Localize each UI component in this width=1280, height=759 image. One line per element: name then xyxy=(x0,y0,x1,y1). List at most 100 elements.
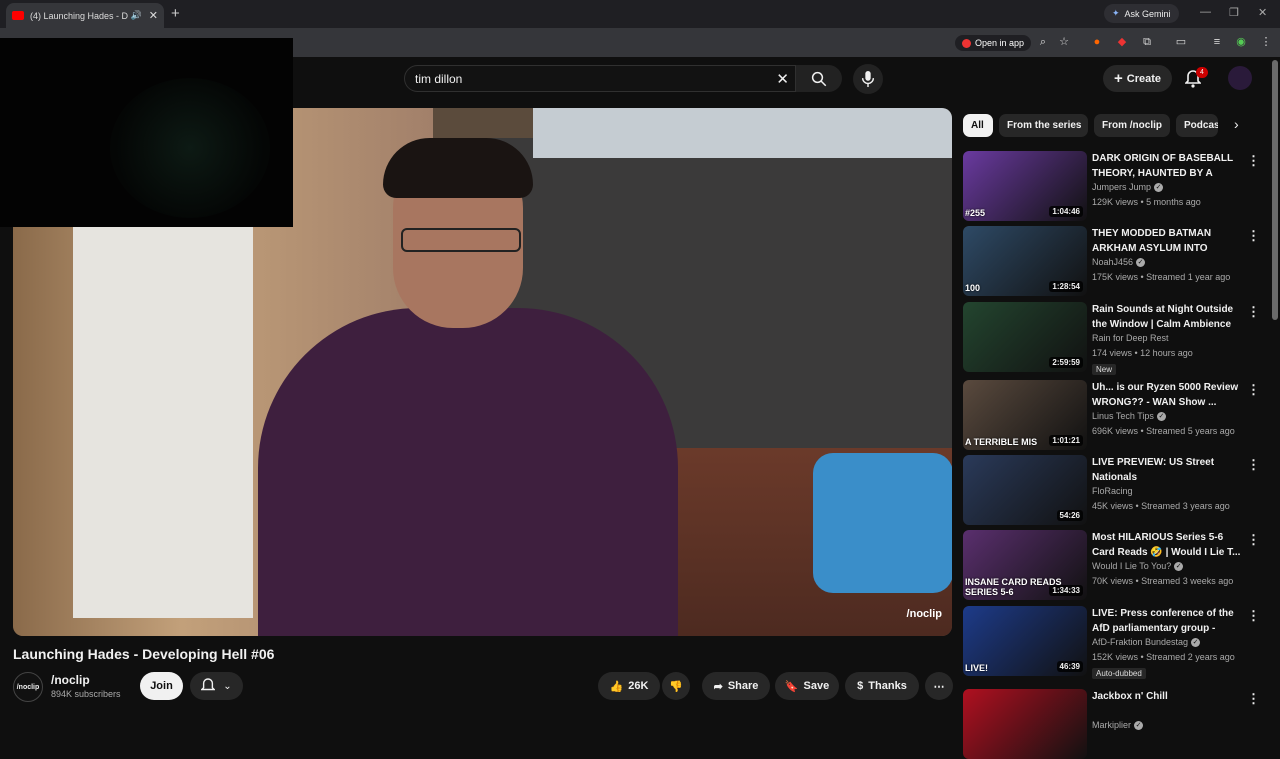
picture-in-picture-overlay[interactable] xyxy=(0,38,293,227)
recommendation-channel[interactable]: Linus Tech Tips ✓ xyxy=(1092,411,1166,421)
channel-label: Would I Lie To You? xyxy=(1092,561,1172,571)
recommendation-item[interactable]: Jackbox n' Chill Markiplier ✓ ⋮ xyxy=(963,689,1268,759)
recommendation-title[interactable]: LIVE PREVIEW: US Street Nationals xyxy=(1092,455,1242,485)
clear-search-icon[interactable]: ✕ xyxy=(776,70,789,88)
channel-avatar[interactable]: /noclip xyxy=(13,672,43,702)
video-thumbnail[interactable]: INSANE CARD READS SERIES 5-6 1:34:33 xyxy=(963,530,1087,600)
duration-badge: 1:04:46 xyxy=(1049,206,1083,217)
video-thumbnail[interactable]: LIVE! 46:39 xyxy=(963,606,1087,676)
media-control-icon[interactable]: ▭ xyxy=(1174,35,1188,49)
browser-menu-icon[interactable]: ⋮ xyxy=(1259,35,1273,49)
video-thumbnail[interactable]: 100 1:28:54 xyxy=(963,226,1087,296)
thumbs-down-icon: 👎 xyxy=(669,680,683,693)
recommendation-channel[interactable]: AfD-Fraktion Bundestag ✓ xyxy=(1092,637,1201,647)
recommendation-item[interactable]: LIVE! 46:39 LIVE: Press conference of the … xyxy=(963,606,1268,679)
recommendation-item[interactable]: #255 1:04:46 DARK ORIGIN OF BASEBALL THEOR… xyxy=(963,151,1268,221)
extension-shield-icon[interactable]: ◆ xyxy=(1115,35,1129,49)
more-options-icon[interactable]: ⋮ xyxy=(1247,691,1260,707)
recommendation-channel[interactable]: FloRacing xyxy=(1092,486,1133,496)
minimize-icon[interactable]: — xyxy=(1200,6,1211,18)
recommendation-meta: 45K views • Streamed 3 years ago xyxy=(1092,501,1230,511)
bookmark-icon: 🔖 xyxy=(784,680,799,693)
search-icon xyxy=(811,71,827,86)
chips-next-chevron-icon[interactable]: › xyxy=(1234,116,1239,132)
bookmark-star-icon[interactable]: ☆ xyxy=(1057,35,1071,49)
recommendation-title[interactable]: LIVE: Press conference of the AfD parlia… xyxy=(1092,606,1242,636)
recommendation-item[interactable]: 54:26 LIVE PREVIEW: US Street Nationals Fl… xyxy=(963,455,1268,525)
extensions-puzzle-icon[interactable]: ⧉ xyxy=(1140,35,1154,49)
zoom-icon[interactable]: ⌕ xyxy=(1036,35,1050,49)
more-options-icon[interactable]: ⋮ xyxy=(1247,457,1260,473)
speaker-icon[interactable]: 🔊 xyxy=(131,10,142,21)
recommendation-item[interactable]: 100 1:28:54 THEY MODDED BATMAN ARKHAM ASYL… xyxy=(963,226,1268,296)
thumbnail-text: #255 xyxy=(965,208,986,218)
more-options-icon[interactable]: ⋮ xyxy=(1247,382,1260,398)
thanks-button[interactable]: $ Thanks xyxy=(845,672,919,700)
video-thumbnail[interactable]: A TERRIBLE MIS 1:01:21 xyxy=(963,380,1087,450)
video-title: Launching Hades - Developing Hell #06 xyxy=(13,646,275,662)
scrollbar[interactable] xyxy=(1272,60,1278,320)
video-frame-sky xyxy=(533,108,952,158)
close-tab-icon[interactable]: ✕ xyxy=(149,9,158,22)
browser-tab[interactable]: (4) Launching Hades - Deve 🔊 ✕ xyxy=(6,3,164,28)
recommendation-channel[interactable]: NoahJ456 ✓ xyxy=(1092,257,1146,267)
recommendation-title[interactable]: Rain Sounds at Night Outside the Window … xyxy=(1092,302,1242,332)
recommendation-channel[interactable]: Rain for Deep Rest xyxy=(1092,333,1169,343)
more-options-icon[interactable]: ⋮ xyxy=(1247,532,1260,548)
verified-check-icon: ✓ xyxy=(1136,257,1146,267)
recommendation-title[interactable]: Jackbox n' Chill xyxy=(1092,689,1242,704)
new-tab-button[interactable]: + xyxy=(171,5,180,22)
recommendation-channel[interactable]: Jumpers Jump ✓ xyxy=(1092,182,1164,192)
reading-list-icon[interactable]: ≡ xyxy=(1210,35,1224,49)
notification-count-badge: 4 xyxy=(1196,67,1208,78)
recommendation-title[interactable]: Uh... is our Ryzen 5000 Review WRONG?? -… xyxy=(1092,380,1242,410)
video-thumbnail[interactable] xyxy=(963,689,1087,759)
chip-all[interactable]: All xyxy=(963,114,993,137)
more-options-icon[interactable]: ⋮ xyxy=(1247,304,1260,320)
like-button[interactable]: 👍 26K xyxy=(598,672,660,700)
video-frame-person-hair xyxy=(383,138,533,198)
video-thumbnail[interactable]: 54:26 xyxy=(963,455,1087,525)
recommendation-title[interactable]: DARK ORIGIN OF BASEBALL THEORY, HAUNTED … xyxy=(1092,151,1242,181)
recommendation-item[interactable]: 2:59:59 Rain Sounds at Night Outside the … xyxy=(963,302,1268,375)
recommendation-title[interactable]: Most HILARIOUS Series 5-6 Card Reads 🤣 |… xyxy=(1092,530,1242,560)
recommendation-channel[interactable]: Would I Lie To You? ✓ xyxy=(1092,561,1184,571)
recommendation-title[interactable]: THEY MODDED BATMAN ARKHAM ASYLUM INTO CA… xyxy=(1092,226,1242,256)
save-button[interactable]: 🔖 Save xyxy=(775,672,839,700)
more-options-icon[interactable]: ⋮ xyxy=(1247,608,1260,624)
voice-search-button[interactable] xyxy=(853,64,883,94)
open-in-app-button[interactable]: Open in app xyxy=(955,35,1032,51)
recommendation-badge: New xyxy=(1092,364,1117,375)
ask-gemini-button[interactable]: ✦ Ask Gemini xyxy=(1104,4,1179,23)
search-input[interactable]: tim dillon ✕ xyxy=(404,65,796,92)
dislike-button[interactable]: 👎 xyxy=(662,672,690,700)
duration-badge: 46:39 xyxy=(1056,661,1083,672)
maximize-icon[interactable]: ❐ xyxy=(1229,6,1239,19)
create-button[interactable]: + Create xyxy=(1103,65,1172,92)
chip-from-the-series[interactable]: From the series xyxy=(999,114,1088,137)
profile-icon[interactable]: ◉ xyxy=(1234,35,1248,49)
join-button[interactable]: Join xyxy=(140,672,183,700)
more-icon: ⋯ xyxy=(933,680,945,693)
channel-watermark[interactable]: /noclip xyxy=(907,608,942,620)
more-options-icon[interactable]: ⋮ xyxy=(1247,228,1260,244)
video-thumbnail[interactable]: #255 1:04:46 xyxy=(963,151,1087,221)
recommendation-channel[interactable]: Markiplier ✓ xyxy=(1092,720,1144,730)
chip-from-noclip[interactable]: From /noclip xyxy=(1094,114,1170,137)
account-avatar[interactable] xyxy=(1228,66,1252,90)
chip-podcasts[interactable]: Podcas xyxy=(1176,114,1218,137)
ask-gemini-label: Ask Gemini xyxy=(1124,8,1171,19)
channel-name[interactable]: /noclip xyxy=(51,673,90,687)
recommendation-item[interactable]: INSANE CARD READS SERIES 5-6 1:34:33 Most … xyxy=(963,530,1268,600)
share-button[interactable]: ➦ Share xyxy=(702,672,770,700)
extension-icon[interactable]: ● xyxy=(1090,35,1104,49)
duration-badge: 1:34:33 xyxy=(1049,585,1083,596)
recommendation-item[interactable]: A TERRIBLE MIS 1:01:21 Uh... is our Ryzen … xyxy=(963,380,1268,450)
more-actions-button[interactable]: ⋯ xyxy=(925,672,953,700)
more-options-icon[interactable]: ⋮ xyxy=(1247,153,1260,169)
youtube-icon xyxy=(962,38,971,48)
subscription-bell-button[interactable]: ⌄ xyxy=(190,672,243,700)
search-button[interactable] xyxy=(796,65,842,92)
video-thumbnail[interactable]: 2:59:59 xyxy=(963,302,1087,372)
close-window-icon[interactable]: ✕ xyxy=(1258,6,1267,19)
